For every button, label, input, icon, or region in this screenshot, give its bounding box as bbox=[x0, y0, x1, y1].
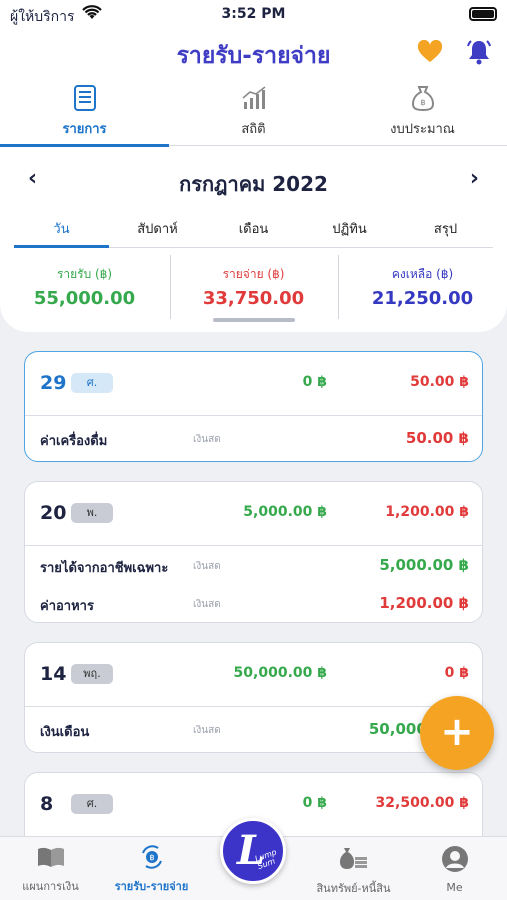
day-header: 20 พ. 5,000.00 ฿ 1,200.00 ฿ bbox=[25, 482, 482, 546]
drag-handle[interactable] bbox=[213, 318, 295, 322]
month-label: กรกฎาคม 2022 bbox=[179, 172, 328, 196]
book-icon bbox=[36, 847, 66, 873]
weekday-badge: ศ. bbox=[71, 794, 113, 814]
transaction-row[interactable]: ค่าเครื่องดื่ม เงินสด 50.00 ฿ bbox=[25, 416, 482, 461]
chart-icon bbox=[169, 84, 338, 116]
month-selector: ‹ กรกฎาคม 2022 › bbox=[0, 160, 507, 200]
transaction-amount: 50.00 ฿ bbox=[405, 429, 469, 447]
expense-value: 33,750.00 bbox=[202, 288, 305, 309]
day-expense: 0 ฿ bbox=[444, 665, 469, 681]
clock: 3:52 PM bbox=[221, 6, 286, 22]
income-summary: รายรับ (฿) 55,000.00 bbox=[0, 255, 169, 321]
tab-budget[interactable]: ฿ งบประมาณ bbox=[338, 82, 507, 146]
transaction-row[interactable]: เงินเดือน เงินสด 50,000.00 ฿ bbox=[25, 707, 482, 752]
tab-summary[interactable]: สรุป bbox=[398, 218, 493, 248]
payment-method: เงินสด bbox=[193, 434, 221, 445]
expense-summary: รายจ่าย (฿) 33,750.00 bbox=[169, 255, 338, 321]
tab-day[interactable]: วัน bbox=[14, 218, 109, 248]
app-header: รายรับ-รายจ่าย bbox=[0, 30, 507, 76]
day-number: 14 bbox=[40, 663, 67, 685]
tab-transactions[interactable]: รายการ bbox=[0, 82, 169, 147]
nav-label: Me bbox=[446, 881, 463, 894]
income-label: รายรับ (฿) bbox=[56, 267, 113, 281]
battery-icon bbox=[469, 7, 497, 21]
nav-assets-liabilities[interactable]: สินทรัพย์-หนี้สิน bbox=[303, 845, 404, 897]
tab-month[interactable]: เดือน bbox=[206, 218, 301, 248]
weekday-badge: พฤ. bbox=[71, 664, 113, 684]
bell-icon[interactable] bbox=[465, 38, 493, 70]
balance-value: 21,250.00 bbox=[371, 288, 474, 309]
weekday-badge: พ. bbox=[71, 503, 113, 523]
balance-label: คงเหลือ (฿) bbox=[391, 267, 454, 281]
day-card[interactable]: 20 พ. 5,000.00 ฿ 1,200.00 ฿ รายได้จากอาช… bbox=[24, 481, 483, 623]
add-transaction-button[interactable]: + bbox=[420, 696, 494, 770]
tab-calendar[interactable]: ปฏิทิน bbox=[302, 218, 397, 248]
day-income: 50,000.00 ฿ bbox=[233, 665, 327, 681]
lump-sum-logo-button[interactable]: L Lump Sum bbox=[220, 818, 286, 884]
coin-cycle-icon: ฿ bbox=[138, 845, 166, 873]
day-expense: 1,200.00 ฿ bbox=[385, 504, 469, 520]
transaction-name: ค่าอาหาร bbox=[40, 599, 94, 614]
list-document-icon bbox=[0, 84, 169, 116]
chevron-right-icon[interactable]: › bbox=[470, 166, 479, 191]
day-header: 14 พฤ. 50,000.00 ฿ 0 ฿ bbox=[25, 643, 482, 707]
transaction-row[interactable]: ค่าอาหาร เงินสด 1,200.00 ฿ bbox=[25, 584, 482, 622]
summary-bar: รายรับ (฿) 55,000.00 รายจ่าย (฿) 33,750.… bbox=[0, 255, 507, 321]
expense-label: รายจ่าย (฿) bbox=[222, 267, 285, 281]
tab-label: สถิติ bbox=[241, 122, 266, 137]
day-card[interactable]: 14 พฤ. 50,000.00 ฿ 0 ฿ เงินเดือน เงินสด … bbox=[24, 642, 483, 753]
nav-financial-plan[interactable]: แผนการเงิน bbox=[0, 845, 101, 895]
profile-icon bbox=[441, 846, 469, 877]
day-expense: 50.00 ฿ bbox=[410, 374, 469, 390]
income-value: 55,000.00 bbox=[33, 288, 136, 309]
day-number: 8 bbox=[40, 793, 54, 815]
nav-label: แผนการเงิน bbox=[22, 880, 79, 893]
transaction-amount: 5,000.00 ฿ bbox=[379, 556, 469, 574]
transaction-row[interactable]: รายได้จากอาชีพเฉพาะ เงินสด 5,000.00 ฿ bbox=[25, 546, 482, 584]
day-income: 0 ฿ bbox=[302, 374, 327, 390]
nav-label: สินทรัพย์-หนี้สิน bbox=[316, 882, 391, 895]
nav-income-expense[interactable]: ฿ รายรับ-รายจ่าย bbox=[101, 845, 202, 895]
day-card[interactable]: 29 ศ. 0 ฿ 50.00 ฿ ค่าเครื่องดื่ม เงินสด … bbox=[24, 351, 483, 462]
day-income: 0 ฿ bbox=[302, 795, 327, 811]
payment-method: เงินสด bbox=[193, 725, 221, 736]
money-bag-icon: ฿ bbox=[338, 84, 507, 116]
main-tabs: รายการ สถิติ ฿ งบประมาณ bbox=[0, 82, 507, 147]
tab-label: งบประมาณ bbox=[390, 122, 455, 137]
heart-icon[interactable] bbox=[417, 39, 443, 68]
period-tabs: วัน สัปดาห์ เดือน ปฏิทิน สรุป bbox=[14, 212, 493, 248]
svg-text:฿: ฿ bbox=[149, 853, 154, 862]
nav-label: รายรับ-รายจ่าย bbox=[114, 880, 189, 893]
day-income: 5,000.00 ฿ bbox=[243, 504, 327, 520]
tab-statistics[interactable]: สถิติ bbox=[169, 82, 338, 146]
weekday-badge: ศ. bbox=[71, 373, 113, 393]
tab-week[interactable]: สัปดาห์ bbox=[110, 218, 205, 248]
svg-text:฿: ฿ bbox=[420, 98, 425, 107]
day-expense: 32,500.00 ฿ bbox=[375, 795, 469, 811]
day-number: 29 bbox=[40, 372, 67, 394]
day-number: 20 bbox=[40, 502, 67, 524]
money-bags-icon bbox=[338, 848, 370, 875]
transaction-name: ค่าเครื่องดื่ม bbox=[40, 434, 108, 449]
payment-method: เงินสด bbox=[193, 561, 221, 572]
status-bar: ผู้ให้บริการ 3:52 PM bbox=[0, 0, 507, 30]
nav-me[interactable]: Me bbox=[404, 845, 505, 894]
transaction-name: เงินเดือน bbox=[40, 725, 90, 740]
day-header: 29 ศ. 0 ฿ 50.00 ฿ bbox=[25, 352, 482, 416]
tab-label: รายการ bbox=[62, 122, 107, 137]
balance-summary: คงเหลือ (฿) 21,250.00 bbox=[338, 255, 507, 321]
payment-method: เงินสด bbox=[193, 599, 221, 610]
transaction-amount: 1,200.00 ฿ bbox=[379, 594, 469, 612]
transaction-name: รายได้จากอาชีพเฉพาะ bbox=[40, 561, 169, 576]
